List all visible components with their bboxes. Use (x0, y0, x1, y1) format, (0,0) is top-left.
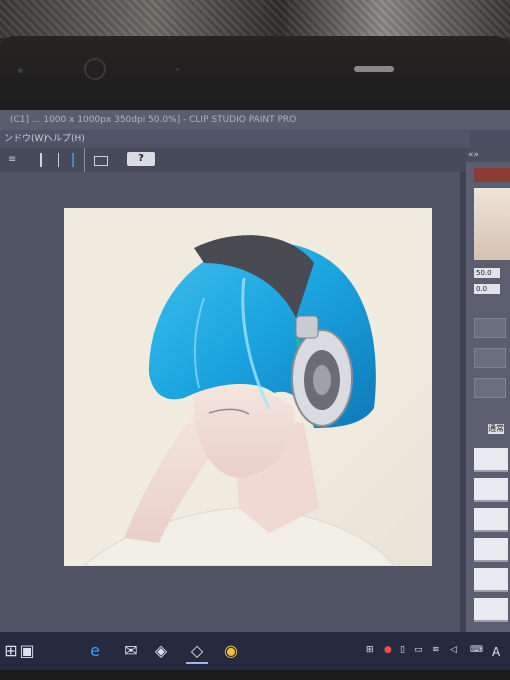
screen: (C1] ... 1000 x 1000px 350dpi 50.0%] - C… (0, 110, 510, 670)
snap-icon[interactable] (72, 153, 82, 167)
input-indicator[interactable]: A (492, 645, 500, 659)
volume-icon[interactable]: ◁ (450, 645, 457, 655)
menu-help[interactable]: ヘルプ(H) (44, 130, 85, 148)
background-fabric (0, 0, 510, 38)
layer-row[interactable] (474, 538, 508, 562)
layer-row[interactable] (474, 568, 508, 592)
network-icon[interactable]: ▯ (400, 645, 405, 655)
taskbar: ⊞ ▣ e ✉ ◈ ◇ ◉ ⊞ ● ▯ ▭ ≋ ◁ ⌨ A (0, 632, 510, 670)
right-panel: «» 50.0 0.0 (466, 148, 510, 632)
guide-icon[interactable] (58, 153, 67, 167)
artwork-illustration (83, 235, 395, 566)
layer-row[interactable] (474, 478, 508, 502)
command-bar: ≡ (0, 148, 470, 172)
layer-row[interactable] (474, 448, 508, 472)
indicator-light-2 (176, 68, 179, 71)
security-icon[interactable]: ● (384, 645, 392, 655)
help-button[interactable]: ? (127, 152, 155, 166)
pen-icon[interactable]: ≡ (8, 153, 16, 167)
mail-icon[interactable]: ✉ (120, 640, 142, 662)
blend-mode-label[interactable]: 通常 (488, 424, 504, 434)
panel-collapse-label: «» (468, 150, 480, 160)
edge-icon[interactable]: e (84, 640, 106, 662)
laptop-bottom-bezel (0, 670, 510, 680)
wifi-icon[interactable]: ≋ (432, 645, 440, 655)
zoom-field[interactable]: 50.0 (474, 268, 500, 278)
store-icon[interactable]: ▣ (16, 640, 38, 662)
notification-icon[interactable]: ⊞ (366, 645, 374, 655)
menu-window[interactable]: ンドウ(W) (4, 130, 47, 148)
chrome-icon[interactable]: ◉ (220, 640, 242, 662)
clip-studio-paint-icon[interactable]: ◇ (186, 640, 208, 664)
navigator-frame (474, 168, 510, 182)
drawing-canvas[interactable] (64, 208, 432, 566)
keyboard-icon[interactable]: ⌨ (470, 645, 483, 655)
layer-row[interactable] (474, 508, 508, 532)
layer-row[interactable] (474, 598, 508, 622)
panel-collapse[interactable]: «» (466, 148, 510, 162)
light-sensor (354, 66, 394, 72)
battery-icon[interactable]: ▭ (414, 645, 423, 655)
ruler-icon[interactable] (40, 153, 54, 167)
indicator-light (18, 68, 23, 73)
screen-mode-icon[interactable] (94, 156, 108, 166)
panel-slot-3[interactable] (474, 378, 506, 398)
menu-bar: ンドウ(W) ヘルプ(H) (0, 130, 470, 148)
clip-studio-icon[interactable]: ◈ (150, 640, 172, 662)
panel-slot-2[interactable] (474, 348, 506, 368)
rotate-field[interactable]: 0.0 (474, 284, 500, 294)
panel-slot-1[interactable] (474, 318, 506, 338)
navigator-preview[interactable] (474, 188, 510, 260)
laptop-bezel (0, 36, 510, 112)
webcam (84, 58, 106, 80)
window-title: (C1] ... 1000 x 1000px 350dpi 50.0%] - C… (10, 115, 297, 125)
window-titlebar: (C1] ... 1000 x 1000px 350dpi 50.0%] - C… (0, 110, 510, 130)
